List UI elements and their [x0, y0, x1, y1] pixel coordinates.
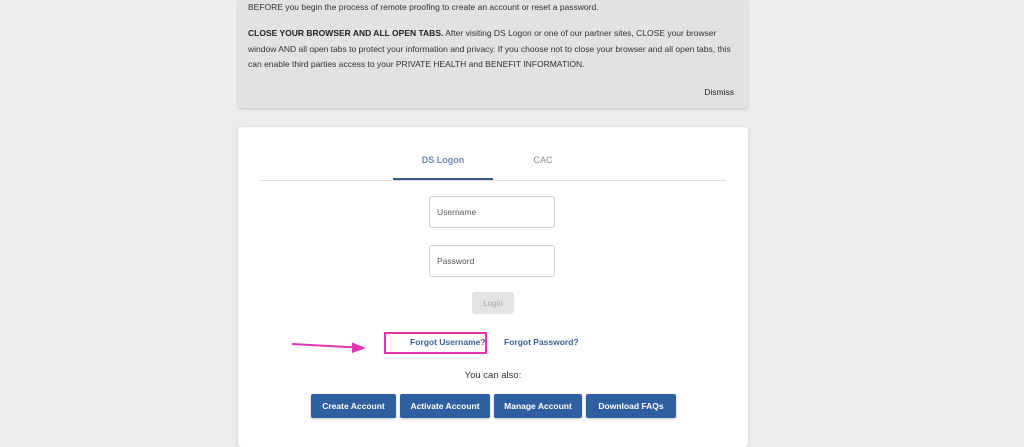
forgot-password-link[interactable]: Forgot Password?	[504, 337, 579, 347]
forgot-username-link[interactable]: Forgot Username?	[410, 337, 486, 347]
password-input[interactable]	[429, 245, 555, 277]
active-tab-indicator	[393, 178, 493, 180]
download-faqs-button[interactable]: Download FAQs	[586, 394, 676, 418]
dismiss-button[interactable]: Dismiss	[704, 87, 734, 97]
notice-text-line: BEFORE you begin the process of remote p…	[248, 2, 599, 12]
tab-cac[interactable]: CAC	[493, 155, 593, 181]
notice-close-browser-paragraph: CLOSE YOUR BROWSER AND ALL OPEN TABS. Af…	[248, 26, 740, 73]
arrow-annotation-icon	[291, 342, 366, 353]
tabs-divider	[260, 180, 726, 181]
security-notice-banner: BEFORE you begin the process of remote p…	[238, 0, 748, 108]
notice-close-heading: CLOSE YOUR BROWSER AND ALL OPEN TABS.	[248, 28, 444, 38]
create-account-button[interactable]: Create Account	[311, 394, 396, 418]
username-input[interactable]	[429, 196, 555, 228]
manage-account-button[interactable]: Manage Account	[494, 394, 582, 418]
activate-account-button[interactable]: Activate Account	[400, 394, 490, 418]
login-button[interactable]: Login	[472, 292, 514, 314]
login-card: DS Logon CAC Login Forgot Username? Forg…	[238, 127, 748, 447]
you-can-also-label: You can also:	[464, 370, 522, 381]
